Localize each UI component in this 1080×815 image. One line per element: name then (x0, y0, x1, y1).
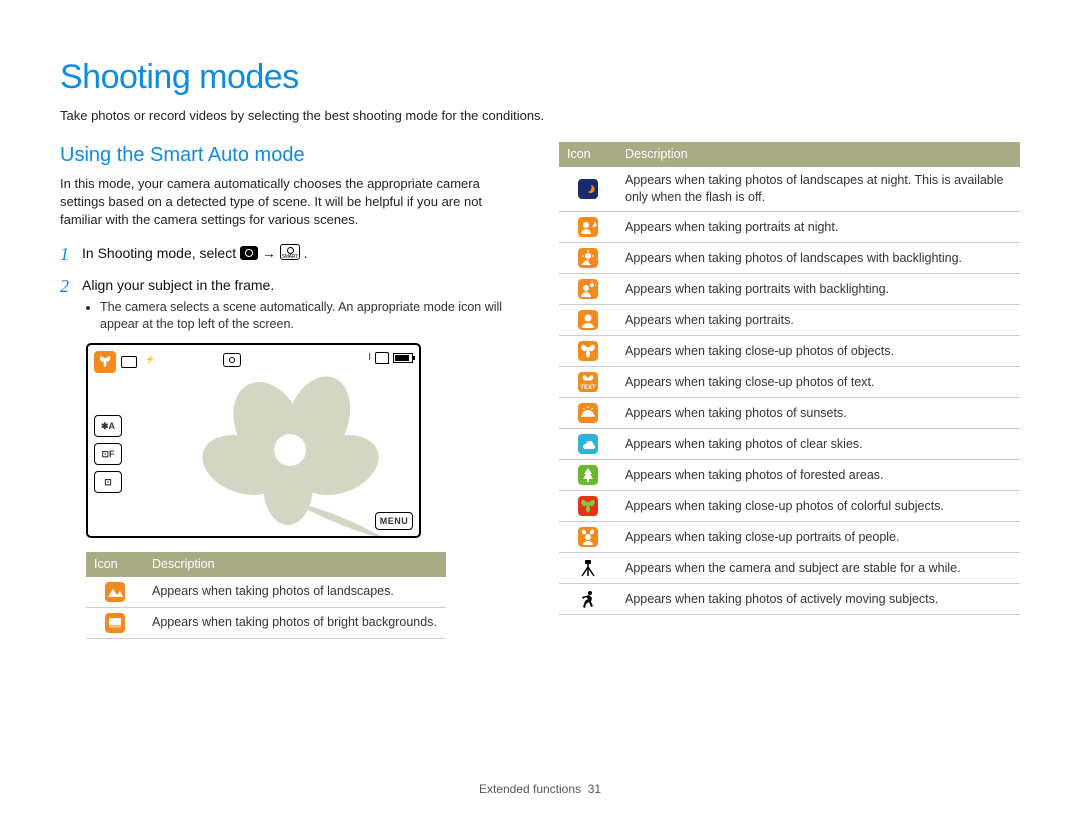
cell-desc: Appears when taking close-up photos of o… (617, 336, 1020, 367)
macro-object-icon (578, 341, 598, 361)
backlight-landscape-icon (578, 248, 598, 268)
cell-desc: Appears when taking portraits. (617, 305, 1020, 336)
table-row: Appears when taking photos of landscapes… (559, 167, 1020, 211)
macro-portrait-icon (578, 527, 598, 547)
memory-card-icon (375, 352, 389, 364)
tripod-icon (578, 558, 598, 578)
flower-graphic (183, 370, 393, 538)
table-row: Appears when taking close-up photos of o… (559, 336, 1020, 367)
step-number: 1 (60, 242, 82, 266)
action-icon (578, 589, 598, 609)
sunset-icon (578, 403, 598, 423)
forest-icon (578, 465, 598, 485)
backlight-portrait-icon (578, 279, 598, 299)
table-row: Appears when the camera and subject are … (559, 553, 1020, 584)
table-header-icon: Icon (86, 552, 144, 577)
screen-button-f: ⊡F (94, 443, 122, 465)
clear-sky-icon (578, 434, 598, 454)
table-header-desc: Description (617, 142, 1020, 167)
table-row: Appears when taking portraits with backl… (559, 274, 1020, 305)
cell-desc: Appears when taking close-up photos of t… (617, 367, 1020, 398)
camera-screen-illustration: I ✱A ⊡F ⊡ MENU (86, 343, 421, 538)
topright-indicator: I (368, 351, 371, 365)
night-landscape-icon (578, 179, 598, 199)
step-1-text-b: . (304, 245, 308, 261)
macro-text-icon: TEXT (578, 372, 598, 392)
right-icon-table: Icon Description Appears when taking pho… (559, 142, 1020, 615)
arrow-text: → (262, 245, 280, 261)
table-row: Appears when taking photos of landscapes… (86, 577, 446, 608)
table-row: Appears when taking photos of sunsets. (559, 398, 1020, 429)
step-1-text-a: In Shooting mode, select (82, 245, 240, 261)
page-footer: Extended functions 31 (0, 781, 1080, 797)
step-1: 1 In Shooting mode, select → . (60, 242, 521, 266)
screen-button-a: ✱A (94, 415, 122, 437)
cell-desc: Appears when taking photos of actively m… (617, 584, 1020, 615)
svg-text:TEXT: TEXT (580, 385, 596, 391)
table-row: Appears when taking photos of clear skie… (559, 429, 1020, 460)
table-row: Appears when taking photos of actively m… (559, 584, 1020, 615)
bright-background-icon (105, 613, 125, 633)
section-heading: Using the Smart Auto mode (60, 142, 521, 169)
cell-desc: Appears when taking photos of landscapes… (144, 577, 446, 608)
table-row: Appears when taking close-up portraits o… (559, 522, 1020, 553)
step-2-text: Align your subject in the frame. (82, 277, 274, 293)
menu-button: MENU (375, 512, 413, 530)
table-row: Appears when taking portraits at night. (559, 212, 1020, 243)
table-header-desc: Description (144, 552, 446, 577)
footer-section: Extended functions (479, 782, 581, 796)
screen-button-gallery: ⊡ (94, 471, 122, 493)
mode-indicator-icon (121, 356, 137, 368)
table-header-icon: Icon (559, 142, 617, 167)
camera-icon (240, 246, 258, 260)
cell-desc: Appears when the camera and subject are … (617, 553, 1020, 584)
right-column: Icon Description Appears when taking pho… (559, 142, 1020, 638)
timer-indicator-icon (223, 353, 241, 367)
step-number: 2 (60, 274, 82, 333)
table-row: Appears when taking close-up photos of c… (559, 491, 1020, 522)
table-row: TEXT Appears when taking close-up photos… (559, 367, 1020, 398)
section-paragraph: In this mode, your camera automatically … (60, 175, 521, 228)
landscape-icon (105, 582, 125, 602)
cell-desc: Appears when taking close-up portraits o… (617, 522, 1020, 553)
table-row: Appears when taking photos of landscapes… (559, 243, 1020, 274)
portrait-icon (578, 310, 598, 330)
macro-color-icon (578, 496, 598, 516)
cell-desc: Appears when taking photos of bright bac… (144, 607, 446, 638)
cell-desc: Appears when taking photos of clear skie… (617, 429, 1020, 460)
table-row: Appears when taking photos of forested a… (559, 460, 1020, 491)
night-portrait-icon (578, 217, 598, 237)
step-2-bullet: The camera selects a scene automatically… (100, 299, 521, 333)
cell-desc: Appears when taking photos of sunsets. (617, 398, 1020, 429)
table-row: Appears when taking photos of bright bac… (86, 607, 446, 638)
intro-text: Take photos or record videos by selectin… (60, 107, 1020, 125)
flash-indicator-icon (142, 356, 154, 368)
cell-desc: Appears when taking portraits at night. (617, 212, 1020, 243)
cell-desc: Appears when taking photos of forested a… (617, 460, 1020, 491)
battery-icon (393, 353, 413, 363)
footer-page-number: 31 (588, 782, 601, 796)
cell-desc: Appears when taking photos of landscapes… (617, 243, 1020, 274)
table-row: Appears when taking portraits. (559, 305, 1020, 336)
left-icon-table: Icon Description Appears when taking pho… (86, 552, 446, 639)
smart-mode-icon (280, 244, 300, 260)
cell-desc: Appears when taking portraits with backl… (617, 274, 1020, 305)
cell-desc: Appears when taking close-up photos of c… (617, 491, 1020, 522)
cell-desc: Appears when taking photos of landscapes… (617, 167, 1020, 211)
macro-flower-icon (94, 351, 116, 373)
step-2: 2 Align your subject in the frame. The c… (60, 274, 521, 333)
left-column: Using the Smart Auto mode In this mode, … (60, 142, 521, 638)
page-title: Shooting modes (60, 55, 1020, 101)
